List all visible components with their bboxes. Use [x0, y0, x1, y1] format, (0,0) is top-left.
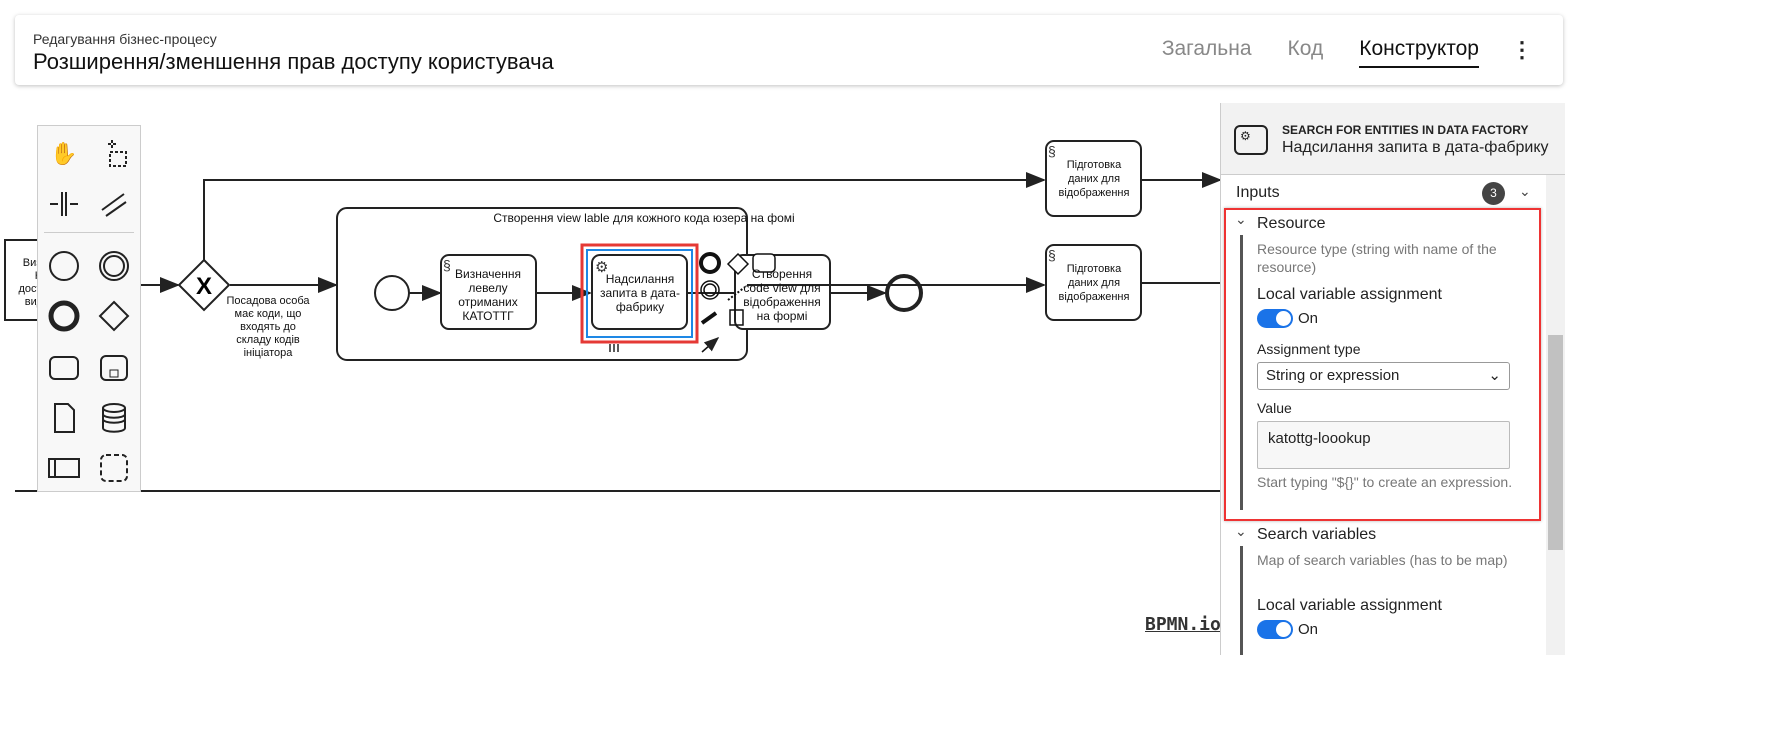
space-tool-icon[interactable] [44, 184, 84, 224]
start-event [374, 275, 410, 311]
search-variables-section-title[interactable]: Search variables [1257, 526, 1376, 544]
expression-hint: Start typing "${}" to create an expressi… [1257, 474, 1513, 490]
gateway-label: Посадова особа має коди, що входять до скла… [226, 295, 310, 359]
local-variable-toggle[interactable] [1257, 309, 1293, 328]
resource-description: Resource type (string with name of the r… [1257, 241, 1497, 275]
scrollbar-thumb[interactable] [1548, 335, 1563, 550]
scrollbar[interactable] [1546, 175, 1565, 655]
end-event [885, 274, 923, 312]
search-variables-description: Map of search variables (has to be map) [1257, 552, 1508, 568]
subprocess-label: Створення view lable для кожного кода юз… [493, 211, 794, 225]
value-textarea[interactable]: katottg-loookup [1257, 421, 1510, 469]
subprocess-icon[interactable] [94, 348, 134, 388]
chevron-down-icon[interactable]: ⌄ [1235, 211, 1247, 228]
data-object-icon[interactable] [44, 398, 84, 438]
script-icon: § [1048, 247, 1056, 263]
chevron-down-icon[interactable]: ⌄ [1235, 523, 1247, 540]
gateway-icon[interactable] [94, 296, 134, 336]
lasso-tool-icon[interactable] [94, 134, 134, 174]
global-connect-icon[interactable] [94, 184, 134, 224]
assignment-type-label: Assignment type [1257, 341, 1361, 357]
pool-icon[interactable] [44, 448, 84, 488]
toggle-state: On [1298, 621, 1319, 638]
value-label: Value [1257, 400, 1292, 416]
gear-icon: ⚙ [595, 259, 608, 276]
task-prepare-data-2: Підготовка даних для відображення [1059, 263, 1130, 303]
intermediate-event-icon[interactable] [94, 246, 134, 286]
task-prepare-data-1: Підготовка даних для відображення [1059, 159, 1130, 199]
exclusive-gateway[interactable]: X [177, 258, 231, 312]
task-icon[interactable] [44, 348, 84, 388]
section-indent-line [1240, 546, 1243, 655]
svg-text:X: X [196, 273, 212, 300]
element-name: Надсилання запита в дата-фабрику [1282, 139, 1549, 156]
element-type: SEARCH FOR ENTITIES IN DATA FACTORY [1282, 123, 1529, 137]
start-event-icon[interactable] [44, 246, 84, 286]
toggle-state: On [1298, 310, 1319, 327]
tool-palette: ✋ [37, 125, 141, 492]
script-icon: § [1048, 143, 1056, 159]
inputs-group-header[interactable]: Inputs [1236, 184, 1280, 202]
data-store-icon[interactable] [94, 398, 134, 438]
hand-tool-icon[interactable]: ✋ [44, 134, 84, 174]
chevron-down-icon[interactable]: ⌄ [1519, 183, 1531, 200]
local-variable-toggle[interactable] [1257, 620, 1293, 639]
inputs-count-badge: 3 [1482, 182, 1505, 205]
end-event-icon[interactable] [44, 296, 84, 336]
service-task-gear-icon: ⚙ [1234, 125, 1268, 155]
bpmn-io-logo[interactable]: BPMN.io [1145, 614, 1221, 635]
local-variable-label: Local variable assignment [1257, 286, 1442, 303]
properties-panel: ⚙ SEARCH FOR ENTITIES IN DATA FACTORY На… [1220, 103, 1565, 655]
group-icon[interactable] [94, 448, 134, 488]
assignment-type-select[interactable]: String or expression ⌄ [1257, 362, 1510, 390]
task-determine-level: Визначення левелу отриманих КАТОТТГ [455, 267, 521, 323]
local-variable-label: Local variable assignment [1257, 597, 1442, 614]
resource-section-title[interactable]: Resource [1257, 215, 1325, 233]
chevron-down-icon: ⌄ [1488, 367, 1501, 384]
script-icon: § [443, 257, 451, 273]
section-indent-line [1240, 235, 1243, 510]
